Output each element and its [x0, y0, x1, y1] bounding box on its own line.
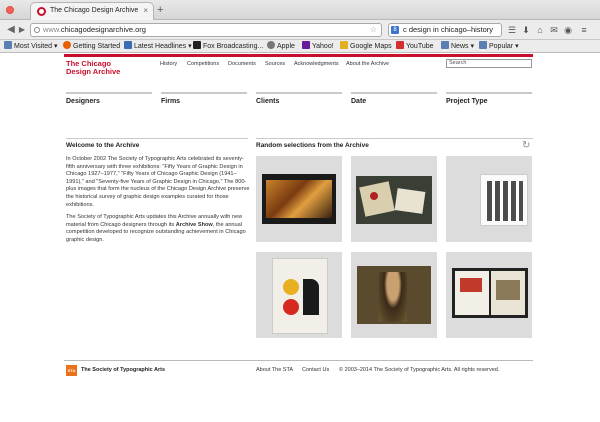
fox-icon	[193, 41, 201, 49]
bookmark-item[interactable]: Fox Broadcasting...	[193, 41, 263, 52]
random-title: Random selections from the Archive	[256, 142, 369, 149]
facet-designers[interactable]: Designers	[66, 92, 152, 105]
bookmark-item[interactable]: Latest Headlines ▾	[124, 41, 192, 52]
refresh-icon[interactable]: ↻	[522, 141, 530, 151]
welcome-rule	[66, 138, 248, 139]
folder-icon	[441, 41, 449, 49]
header-rule	[64, 54, 533, 57]
browser-navbar: ◀ ▶ www.chicagodesignarchive.org ☆ 8 c d…	[0, 20, 600, 40]
facet-project-type[interactable]: Project Type	[446, 92, 532, 105]
folder-icon	[4, 41, 12, 49]
new-tab-button[interactable]: +	[157, 3, 163, 17]
close-window-button[interactable]	[6, 6, 14, 14]
bookmark-item[interactable]: News ▾	[441, 41, 474, 52]
nav-sources[interactable]: Sources	[265, 61, 285, 67]
forward-arrow-icon[interactable]: ▶	[15, 23, 29, 37]
intro-paragraph-2: The Society of Typographic Arts updates …	[66, 214, 246, 243]
nav-history[interactable]: History	[160, 61, 177, 67]
sta-logo[interactable]: STA	[66, 365, 77, 376]
site-search-input[interactable]: Search	[446, 59, 532, 68]
menu-icon[interactable]: ≡	[578, 23, 590, 37]
apple-icon	[267, 41, 275, 49]
tab-close-icon[interactable]: ×	[143, 3, 148, 19]
bookmark-item[interactable]: Google Maps	[340, 41, 392, 52]
archive-thumbnail[interactable]	[256, 252, 342, 338]
bookmark-star-icon[interactable]: ☆	[370, 24, 377, 36]
tab-title: The Chicago Design Archive	[50, 7, 139, 14]
archive-thumbnail[interactable]	[351, 252, 437, 338]
nav-about[interactable]: About the Archive	[346, 61, 389, 67]
extension-icon[interactable]: ◉	[562, 23, 574, 37]
archive-thumbnail[interactable]	[446, 252, 532, 338]
url-prefix: www.	[43, 25, 61, 34]
archive-thumbnail[interactable]	[446, 156, 532, 242]
footer-copyright: © 2003–2014 The Society of Typographic A…	[339, 367, 500, 373]
welcome-title: Welcome to the Archive	[66, 142, 140, 149]
site-logo[interactable]: The Chicago Design Archive	[66, 60, 120, 76]
bookmark-item[interactable]: Most Visited ▾	[4, 41, 57, 52]
browser-tab[interactable]: The Chicago Design Archive ×	[30, 2, 154, 20]
home-icon[interactable]: ⌂	[534, 23, 546, 37]
bookmark-item[interactable]: YouTube	[396, 41, 434, 52]
bookmark-item[interactable]: Yahoo!	[302, 41, 334, 52]
youtube-icon	[396, 41, 404, 49]
nav-competitions[interactable]: Competitions	[187, 61, 219, 67]
browser-titlebar: The Chicago Design Archive × +	[0, 0, 600, 20]
intro-paragraph-1: In October 2002 The Society of Typograph…	[66, 156, 250, 208]
search-value: c design in chicago–history	[403, 25, 494, 34]
yahoo-icon	[302, 41, 310, 49]
maps-icon	[340, 41, 348, 49]
nav-documents[interactable]: Documents	[228, 61, 256, 67]
reading-list-icon[interactable]: ☰	[506, 23, 518, 37]
footer-contact-link[interactable]: Contact Us	[302, 367, 329, 373]
random-rule	[256, 138, 533, 139]
archive-show-link[interactable]: Archive Show	[176, 222, 213, 228]
sta-name: The Society of Typographic Arts	[81, 367, 166, 373]
footer-about-link[interactable]: About The STA	[256, 367, 293, 373]
url-input[interactable]: www.chicagodesignarchive.org ☆	[30, 23, 382, 37]
google-search-icon[interactable]: 8	[391, 26, 399, 34]
bookmark-item[interactable]: Apple	[267, 41, 295, 52]
intro-text: In October 2002 The Society of Typograph…	[66, 156, 250, 250]
bookmarks-toolbar: Most Visited ▾ Getting Started Latest He…	[0, 40, 600, 53]
bookmark-item[interactable]: Popular ▾	[479, 41, 519, 52]
bookmark-item[interactable]: Getting Started	[63, 41, 120, 52]
nav-acknowledgments[interactable]: Acknowledgments	[294, 61, 339, 67]
facet-date[interactable]: Date	[351, 92, 437, 105]
folder-icon	[479, 41, 487, 49]
target-favicon-icon	[37, 7, 46, 16]
rss-folder-icon	[124, 41, 132, 49]
globe-icon	[34, 27, 40, 33]
search-input[interactable]: 8 c design in chicago–history	[388, 23, 502, 37]
downloads-icon[interactable]: ⬇	[520, 23, 532, 37]
firefox-icon	[63, 41, 71, 49]
facet-clients[interactable]: Clients	[256, 92, 342, 105]
page-content: The Chicago Design Archive History Compe…	[0, 54, 600, 422]
footer-rule	[64, 360, 533, 361]
archive-thumbnail[interactable]	[351, 156, 437, 242]
facet-firms[interactable]: Firms	[161, 92, 247, 105]
archive-thumbnail[interactable]	[256, 156, 342, 242]
url-host: chicagodesignarchive.org	[60, 25, 146, 34]
chat-icon[interactable]: ✉	[548, 23, 560, 37]
